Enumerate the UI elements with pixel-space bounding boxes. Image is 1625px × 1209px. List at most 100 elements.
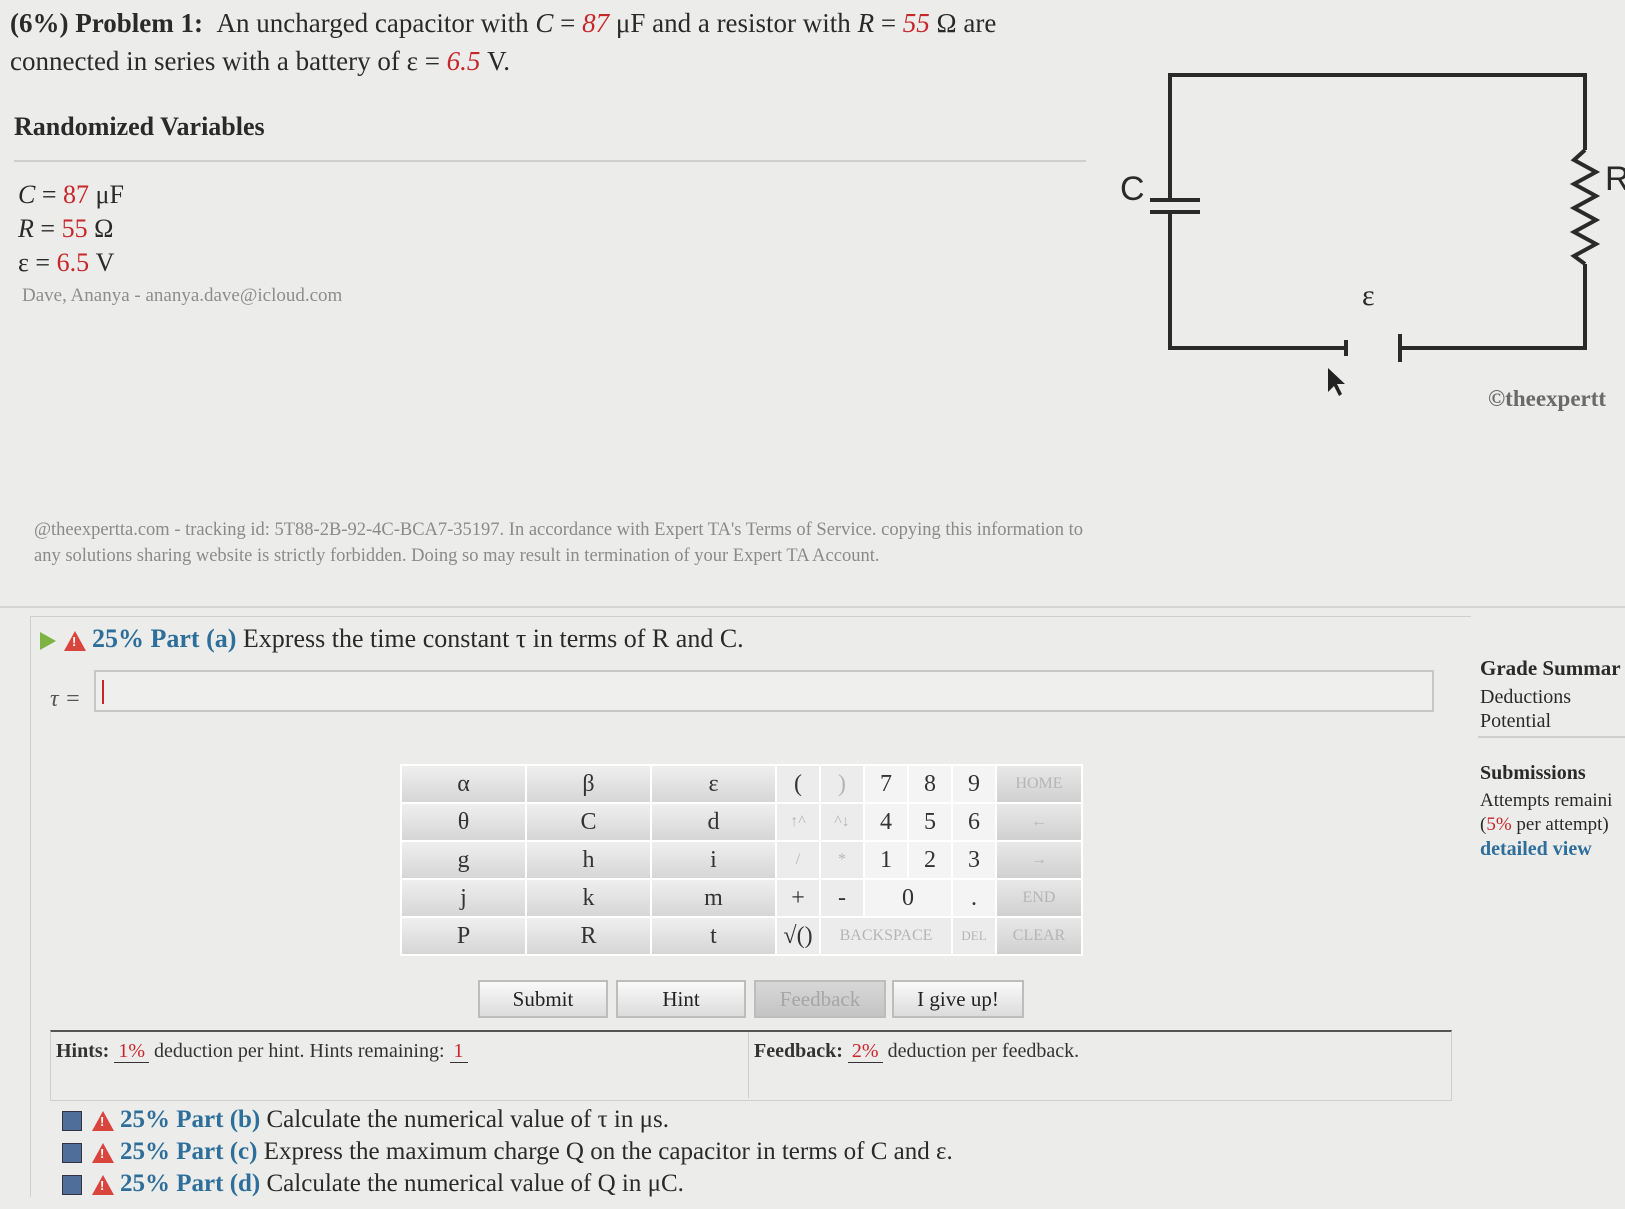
mouse-cursor-icon [1328, 368, 1345, 396]
key-r[interactable]: R [525, 916, 652, 956]
feedback-button[interactable]: Feedback [754, 980, 886, 1018]
detailed-view-link[interactable]: detailed view [1480, 838, 1592, 861]
key-left-arrow[interactable]: ← [995, 802, 1083, 842]
give-up-button[interactable]: I give up! [892, 980, 1024, 1018]
resistor-label: R [1605, 160, 1625, 198]
collapse-icon[interactable] [62, 1111, 82, 1132]
key-6[interactable]: 6 [951, 802, 997, 842]
key-7[interactable]: 7 [863, 764, 909, 804]
resistor-symbol [1569, 148, 1601, 266]
answer-input[interactable] [94, 670, 1434, 712]
key-alpha[interactable]: α [400, 764, 527, 804]
hints-info: Hints: 1% deduction per hint. Hints rema… [56, 1040, 468, 1063]
key-delete[interactable]: DEL [951, 916, 997, 956]
collapse-icon[interactable] [62, 1175, 82, 1196]
r-value: 55 [902, 8, 930, 38]
var-symbol: R [18, 214, 34, 243]
deductions-label: Deductions [1480, 686, 1572, 708]
divider [14, 160, 1086, 162]
key-backspace[interactable]: BACKSPACE [819, 916, 953, 956]
key-i[interactable]: i [650, 840, 777, 880]
key-c[interactable]: C [525, 802, 652, 842]
part-c-label: 25% Part (c) [120, 1138, 258, 1165]
key-theta[interactable]: θ [400, 802, 527, 842]
randomized-variables-title: Randomized Variables [14, 112, 265, 141]
key-sqrt[interactable]: √() [775, 916, 821, 956]
warning-icon [92, 1143, 114, 1164]
key-k[interactable]: k [525, 878, 652, 918]
key-multiply[interactable]: * [819, 840, 865, 880]
problem-text-1: An uncharged capacitor with [216, 8, 529, 38]
key-8[interactable]: 8 [907, 764, 953, 804]
key-right-arrow[interactable]: → [995, 840, 1083, 880]
var-symbol: ε [18, 248, 29, 277]
key-plus[interactable]: + [775, 878, 821, 918]
key-close-paren[interactable]: ) [819, 764, 865, 804]
hints-percent: 1% [114, 1040, 150, 1063]
c-symbol: C [535, 8, 554, 38]
feedback-text: deduction per feedback. [887, 1040, 1080, 1062]
emf-label: ε [1362, 279, 1375, 312]
part-b-text: Calculate the numerical value of τ in μs… [266, 1106, 669, 1133]
var-unit: Ω [94, 214, 114, 243]
circuit-wire-bottom [1168, 212, 1346, 350]
variable-r: R = 55 Ω [18, 214, 114, 243]
key-minus[interactable]: - [819, 878, 865, 918]
sidebar-divider [1478, 736, 1625, 738]
problem-header: (6%) Problem 1: An uncharged capacitor w… [10, 4, 1090, 80]
part-b-row[interactable]: 25% Part (b) Calculate the numerical val… [62, 1106, 669, 1134]
key-p[interactable]: P [400, 916, 527, 956]
capacitor-label: C [1120, 170, 1145, 208]
key-4[interactable]: 4 [863, 802, 909, 842]
key-beta[interactable]: β [525, 764, 652, 804]
hint-button[interactable]: Hint [616, 980, 746, 1018]
key-m[interactable]: m [650, 878, 777, 918]
collapse-icon[interactable] [62, 1143, 82, 1164]
emf-unit: V. [487, 46, 510, 76]
feedback-percent: 2% [847, 1040, 883, 1063]
submit-button[interactable]: Submit [478, 980, 608, 1018]
key-2[interactable]: 2 [907, 840, 953, 880]
key-decimal[interactable]: . [951, 878, 997, 918]
submissions-title: Submissions [1480, 762, 1586, 784]
key-superscript[interactable]: ↑^ [775, 802, 821, 842]
var-value: 6.5 [56, 248, 90, 277]
part-a-header[interactable]: 25% Part (a) Express the time constant τ… [40, 624, 744, 654]
key-clear[interactable]: CLEAR [995, 916, 1083, 956]
key-9[interactable]: 9 [951, 764, 997, 804]
per-attempt-percent: 5% [1486, 814, 1512, 835]
warning-icon [92, 1111, 114, 1132]
key-3[interactable]: 3 [951, 840, 997, 880]
key-h[interactable]: h [525, 840, 652, 880]
per-attempt-text: per attempt) [1516, 814, 1609, 835]
key-d[interactable]: d [650, 802, 777, 842]
key-subscript[interactable]: ^↓ [819, 802, 865, 842]
var-unit: μF [95, 180, 124, 209]
key-t[interactable]: t [650, 916, 777, 956]
variable-emf: ε = 6.5 V [18, 248, 115, 277]
key-epsilon[interactable]: ε [650, 764, 777, 804]
r-symbol: R [857, 8, 875, 38]
key-divide[interactable]: / [775, 840, 821, 880]
var-value: 55 [61, 214, 88, 243]
key-j[interactable]: j [400, 878, 527, 918]
equation-keypad: α β ε ( ) 7 8 9 HOME θ C d ↑^ ^↓ 4 5 6 ←… [400, 764, 1083, 956]
key-home[interactable]: HOME [995, 764, 1083, 804]
copyright-notice: @theexpertta.com - tracking id: 5T88-2B-… [34, 520, 1084, 566]
problem-weight: (6%) [10, 8, 69, 38]
play-icon[interactable] [40, 632, 56, 651]
grade-summary-title: Grade Summar [1480, 656, 1621, 680]
key-5[interactable]: 5 [907, 802, 953, 842]
key-1[interactable]: 1 [863, 840, 909, 880]
key-0[interactable]: 0 [863, 878, 953, 918]
part-c-row[interactable]: 25% Part (c) Express the maximum charge … [62, 1138, 953, 1166]
key-open-paren[interactable]: ( [775, 764, 821, 804]
student-info: Dave, Ananya - ananya.dave@icloud.com [22, 285, 343, 306]
key-g[interactable]: g [400, 840, 527, 880]
part-d-row[interactable]: 25% Part (d) Calculate the numerical val… [62, 1170, 684, 1198]
key-end[interactable]: END [995, 878, 1083, 918]
per-attempt-deduction: (5% per attempt) [1480, 814, 1609, 836]
warning-icon [64, 631, 86, 652]
hints-label: Hints: [56, 1040, 110, 1062]
feedback-label: Feedback: [754, 1040, 843, 1062]
